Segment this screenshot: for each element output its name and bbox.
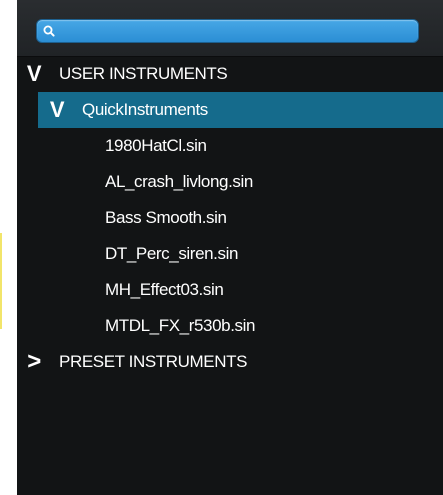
instrument-tree: V USER INSTRUMENTS V QuickInstruments 19… [17, 56, 443, 380]
tree-node-quickinstruments[interactable]: V QuickInstruments [38, 92, 443, 128]
list-item[interactable]: MTDL_FX_r530b.sin [17, 308, 443, 344]
chevron-down-icon[interactable]: V [21, 63, 47, 85]
instrument-file-label: Bass Smooth.sin [105, 208, 227, 227]
tree-node-label: QuickInstruments [82, 100, 208, 119]
list-item[interactable]: DT_Perc_siren.sin [17, 236, 443, 272]
chevron-right-icon[interactable]: > [21, 350, 47, 374]
tree-node-label: PRESET INSTRUMENTS [59, 352, 248, 371]
instrument-file-label: 1980HatCl.sin [105, 136, 207, 155]
instrument-file-label: MTDL_FX_r530b.sin [105, 316, 256, 335]
list-item[interactable]: Bass Smooth.sin [17, 200, 443, 236]
tree-node-label: USER INSTRUMENTS [59, 64, 228, 83]
search-input[interactable] [59, 22, 409, 40]
list-item[interactable]: AL_crash_livlong.sin [17, 164, 443, 200]
edge-highlight [0, 233, 2, 329]
search-bar [17, 0, 443, 57]
instrument-browser-panel: V USER INSTRUMENTS V QuickInstruments 19… [17, 0, 443, 495]
search-field[interactable] [36, 19, 419, 43]
tree-node-preset-instruments[interactable]: > PRESET INSTRUMENTS [17, 344, 443, 380]
search-icon [43, 25, 55, 37]
list-item[interactable]: MH_Effect03.sin [17, 272, 443, 308]
list-item[interactable]: 1980HatCl.sin [17, 128, 443, 164]
tree-node-user-instruments[interactable]: V USER INSTRUMENTS [17, 56, 443, 92]
instrument-file-label: AL_crash_livlong.sin [105, 172, 253, 191]
chevron-down-icon[interactable]: V [44, 99, 70, 121]
instrument-file-label: DT_Perc_siren.sin [105, 244, 239, 263]
instrument-file-label: MH_Effect03.sin [105, 280, 224, 299]
